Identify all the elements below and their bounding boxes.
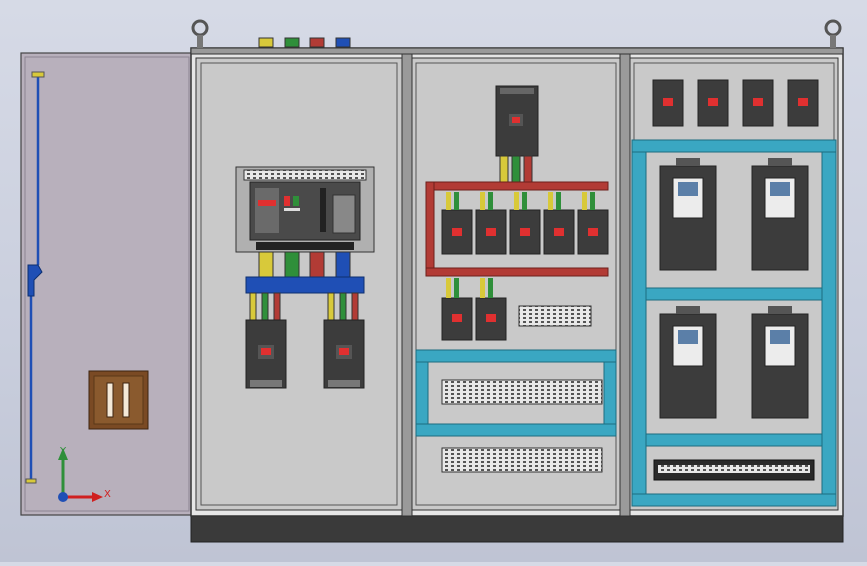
terminal-block-2: [441, 447, 603, 473]
bay-1-incomer: [195, 57, 403, 511]
cabinet-door: [20, 52, 194, 516]
vfd-4: [751, 306, 809, 419]
outgoing-breaker-2: [323, 319, 365, 389]
bay-3-drives: [629, 57, 839, 511]
cabinet-plinth: [190, 513, 844, 543]
terminal-strip-small: [518, 305, 592, 327]
busbar-support: [245, 276, 365, 294]
lifting-eye-left: [191, 19, 209, 48]
outgoing-breaker-1: [245, 319, 287, 389]
bay-2-main-breaker: [495, 85, 539, 157]
axis-x-label: X: [104, 489, 111, 500]
main-air-circuit-breaker: [235, 166, 375, 253]
lifting-eye-right: [824, 19, 842, 48]
vfd-2: [751, 158, 809, 271]
top-cable-entries: [258, 37, 351, 48]
bay-2-distribution: [411, 57, 621, 511]
vfd-1: [659, 158, 717, 271]
terminal-block-1: [441, 379, 603, 405]
door-handle: [88, 370, 149, 430]
cabinet-drawing: Y X: [0, 0, 867, 562]
cabinet-canvas: Y X: [20, 19, 844, 543]
axis-y-label: Y: [59, 446, 67, 457]
vfd-3: [659, 306, 717, 419]
